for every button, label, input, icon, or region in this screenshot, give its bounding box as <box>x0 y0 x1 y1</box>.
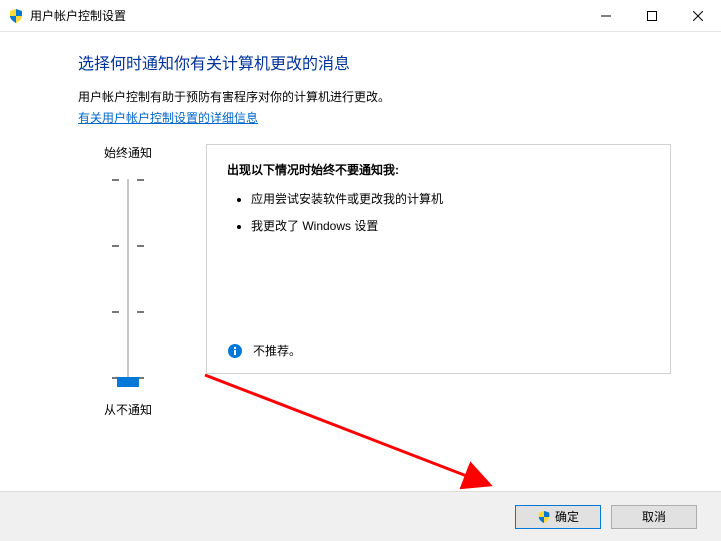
slider-column: 始终通知 从不通知 <box>78 144 178 424</box>
slider-label-bottom: 从不通知 <box>104 401 152 418</box>
window-title: 用户帐户控制设置 <box>30 7 583 24</box>
cancel-button-label: 取消 <box>642 508 666 525</box>
slider-label-top: 始终通知 <box>104 144 152 161</box>
page-heading: 选择何时通知你有关计算机更改的消息 <box>78 50 671 74</box>
close-button[interactable] <box>675 0 721 31</box>
minimize-button[interactable] <box>583 0 629 31</box>
button-bar: 确定 取消 <box>0 491 721 541</box>
list-item: 应用尝试安装软件或更改我的计算机 <box>251 190 650 207</box>
info-footer-text: 不推荐。 <box>253 342 301 359</box>
content-area: 选择何时通知你有关计算机更改的消息 用户帐户控制有助于预防有害程序对你的计算机进… <box>0 32 721 424</box>
shield-icon <box>8 8 24 24</box>
info-footer: 不推荐。 <box>227 342 301 359</box>
notification-slider[interactable] <box>108 171 148 391</box>
page-description: 用户帐户控制有助于预防有害程序对你的计算机进行更改。 <box>78 88 671 105</box>
info-icon <box>227 343 243 359</box>
main-area: 始终通知 从不通知 出现以下情况时始终不要通知我: 应用尝试安装软件或更改我的计… <box>78 144 671 424</box>
info-heading: 出现以下情况时始终不要通知我: <box>227 161 650 178</box>
list-item: 我更改了 Windows 设置 <box>251 217 650 234</box>
cancel-button[interactable]: 取消 <box>611 505 697 529</box>
info-panel: 出现以下情况时始终不要通知我: 应用尝试安装软件或更改我的计算机 我更改了 Wi… <box>206 144 671 374</box>
ok-button-label: 确定 <box>555 508 579 525</box>
shield-icon <box>537 510 551 524</box>
window-controls <box>583 0 721 31</box>
ok-button[interactable]: 确定 <box>515 505 601 529</box>
info-list: 应用尝试安装软件或更改我的计算机 我更改了 Windows 设置 <box>227 190 650 234</box>
help-link[interactable]: 有关用户帐户控制设置的详细信息 <box>78 109 258 126</box>
maximize-button[interactable] <box>629 0 675 31</box>
slider-thumb[interactable] <box>117 377 139 387</box>
titlebar: 用户帐户控制设置 <box>0 0 721 32</box>
